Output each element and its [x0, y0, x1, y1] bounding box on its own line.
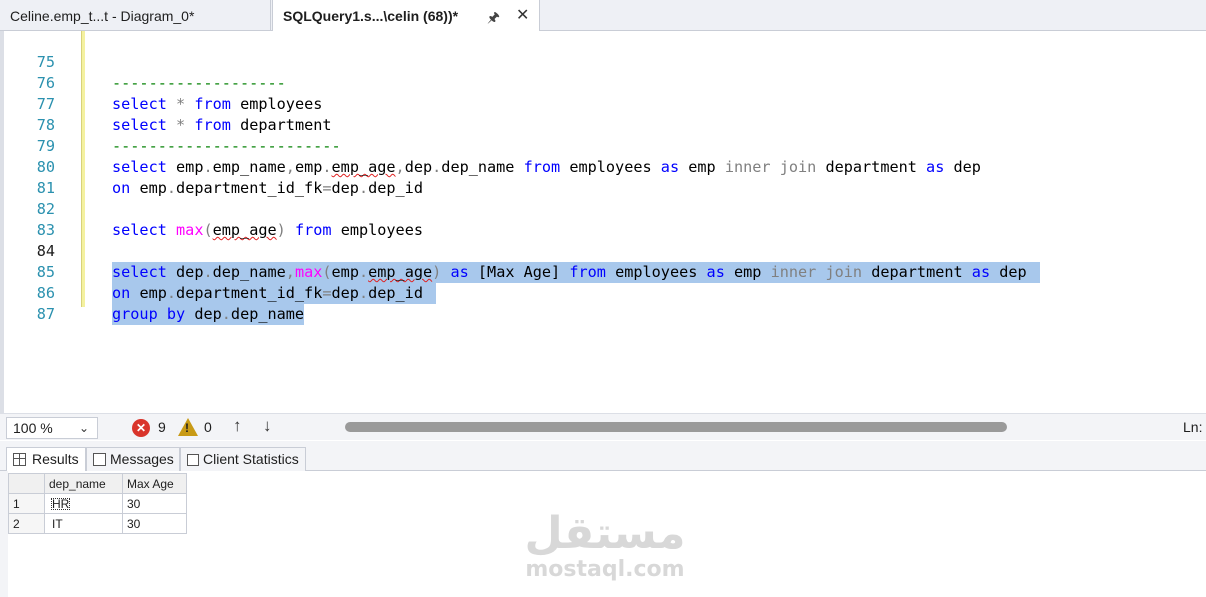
line-indicator: Ln:: [1183, 419, 1203, 435]
row-number[interactable]: 2: [8, 513, 45, 534]
grid-cell[interactable]: 30: [122, 513, 187, 534]
statistics-icon: [187, 454, 199, 466]
arrow-up-icon[interactable]: ↑: [233, 416, 242, 436]
watermark-latin: mostaql.com: [525, 557, 685, 582]
tab-diagram-label: Celine.emp_t...t - Diagram_0*: [10, 7, 195, 24]
close-icon[interactable]: ✕: [516, 5, 529, 25]
grid-cell[interactable]: 30: [122, 493, 187, 514]
zoom-dropdown[interactable]: 100 % ⌄: [6, 417, 98, 439]
query-editor[interactable]: 75 ------------------- 76 select * from …: [0, 31, 1206, 413]
document-tab-strip: Celine.emp_t...t - Diagram_0* SQLQuery1.…: [0, 0, 1206, 32]
error-icon[interactable]: ✕: [132, 419, 150, 437]
code-line: 77 select * from department: [0, 73, 1206, 134]
error-count[interactable]: 9: [158, 419, 166, 435]
row-number[interactable]: 1: [8, 493, 45, 514]
code-line-selected: 85 on emp.department_id_fk=dep.dep_id: [0, 241, 1206, 304]
grid-cell-value: HR: [49, 496, 72, 512]
line-number: 87: [36, 305, 55, 323]
column-header[interactable]: Max Age: [122, 473, 187, 494]
code-line: 82 select max(emp_age) from employees: [0, 178, 1206, 239]
horizontal-scrollbar[interactable]: [345, 422, 1007, 432]
pin-icon[interactable]: 🖈: [487, 7, 500, 31]
tab-diagram[interactable]: Celine.emp_t...t - Diagram_0*: [0, 0, 271, 31]
code-line: 75 -------------------: [0, 31, 1206, 92]
messages-icon: [93, 453, 106, 466]
tab-client-statistics-label: Client Statistics: [203, 451, 299, 467]
warning-count[interactable]: 0: [204, 419, 212, 435]
code-line: 79 select emp.emp_name,emp.emp_age,dep.d…: [0, 115, 1206, 176]
tab-client-statistics[interactable]: Client Statistics: [180, 447, 306, 471]
tab-sqlquery[interactable]: SQLQuery1.s...\celin (68))* 🖈 ✕: [272, 0, 540, 32]
results-left-border: [0, 471, 8, 597]
zoom-value: 100 %: [13, 420, 53, 436]
grid-cell[interactable]: HR: [44, 493, 123, 514]
code-line: 83: [0, 199, 1206, 239]
tab-messages[interactable]: Messages: [86, 447, 180, 471]
code-line: 78 -------------------------: [0, 94, 1206, 155]
editor-status-bar: 100 % ⌄ ✕ 9 ! 0 ↑ ↓ Ln:: [0, 413, 1206, 440]
tab-results[interactable]: Results: [6, 447, 86, 472]
watermark-arabic: مستقل: [524, 508, 686, 559]
warning-icon[interactable]: !: [178, 418, 198, 436]
code-text: group by dep.dep_name: [112, 304, 305, 325]
results-grid[interactable]: dep_name Max Age 1 HR 30 2 IT 30: [8, 473, 187, 534]
results-tab-strip: Results Messages Client Statistics: [0, 441, 1206, 472]
code-line: 81: [0, 157, 1206, 197]
tab-messages-label: Messages: [110, 451, 174, 467]
watermark: مستقل mostaql.com: [520, 510, 690, 582]
grid-cell-value: IT: [52, 516, 63, 531]
grid-corner[interactable]: [8, 473, 45, 494]
chevron-down-icon: ⌄: [78, 421, 89, 435]
code-line: 87: [0, 283, 1206, 323]
tab-results-label: Results: [32, 451, 79, 467]
table-row[interactable]: 2 IT 30: [8, 513, 187, 534]
code-line-selected: 84 select dep.dep_name,max(emp.emp_age) …: [0, 220, 1206, 283]
grid-icon: [13, 453, 26, 466]
code-line: 76 select * from employees: [0, 52, 1206, 113]
tab-sqlquery-label: SQLQuery1.s...\celin (68))*: [283, 8, 459, 24]
code-line: 80 on emp.department_id_fk=dep.dep_id: [0, 136, 1206, 197]
code-line-selected: 86 group by dep.dep_name: [0, 262, 1206, 325]
arrow-down-icon[interactable]: ↓: [263, 416, 272, 436]
grid-header-row: dep_name Max Age: [8, 473, 187, 494]
grid-cell[interactable]: IT: [44, 513, 123, 534]
table-row[interactable]: 1 HR 30: [8, 493, 187, 514]
column-header[interactable]: dep_name: [44, 473, 123, 494]
